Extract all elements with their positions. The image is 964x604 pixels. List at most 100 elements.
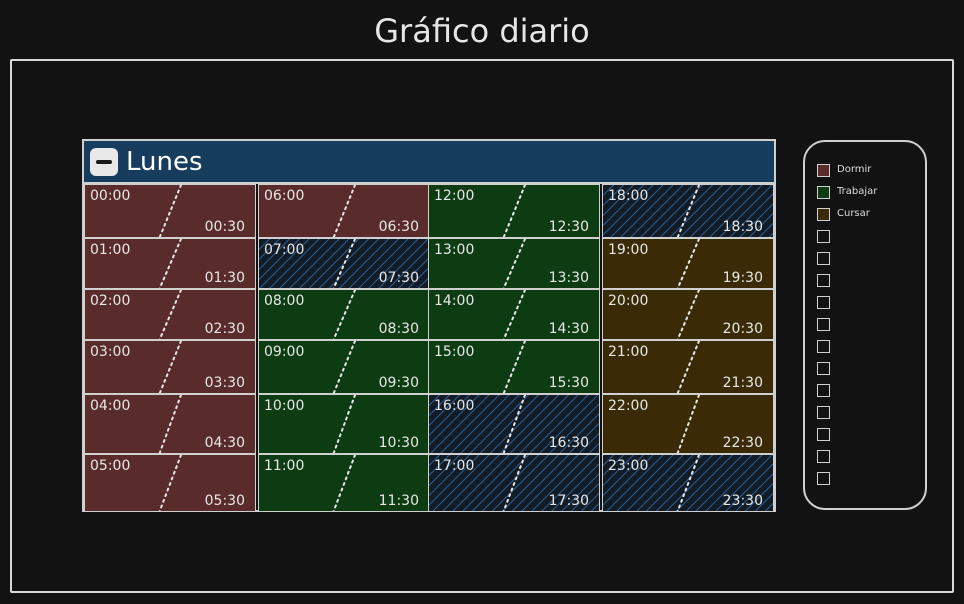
slot-start-time: 21:00 bbox=[608, 344, 649, 360]
legend-swatch bbox=[817, 450, 830, 463]
hour-slot[interactable]: 05:00 05:30 bbox=[84, 454, 256, 512]
day-header: Lunes bbox=[84, 141, 774, 184]
row-separator bbox=[428, 339, 600, 341]
row-separator bbox=[258, 393, 430, 395]
slot-start-time: 20:00 bbox=[608, 293, 649, 309]
slot-half-time: 08:30 bbox=[378, 321, 419, 337]
hour-slot[interactable]: 17:00 17:30 bbox=[428, 454, 600, 512]
slot-half-time: 10:30 bbox=[378, 435, 419, 451]
legend-swatch bbox=[817, 296, 830, 309]
hour-slot[interactable]: 03:00 03:30 bbox=[84, 340, 256, 394]
slot-half-time: 22:30 bbox=[722, 435, 763, 451]
row-separator bbox=[84, 339, 256, 341]
slot-half-time: 02:30 bbox=[204, 321, 245, 337]
legend-swatch bbox=[817, 230, 830, 243]
row-separator bbox=[602, 237, 774, 239]
slot-start-time: 15:00 bbox=[434, 344, 475, 360]
slot-half-time: 07:30 bbox=[378, 270, 419, 286]
hour-slot[interactable]: 23:00 23:30 bbox=[602, 454, 774, 512]
hour-slot[interactable]: 11:00 11:30 bbox=[258, 454, 430, 512]
hour-slot[interactable]: 02:00 02:30 bbox=[84, 289, 256, 340]
legend-swatch bbox=[817, 362, 830, 375]
legend-swatch bbox=[817, 428, 830, 441]
row-separator bbox=[84, 288, 256, 290]
slot-half-time: 05:30 bbox=[204, 493, 245, 509]
collapse-button[interactable] bbox=[90, 148, 118, 176]
slot-half-time: 23:30 bbox=[722, 493, 763, 509]
legend-panel: Dormir Trabajar Cursar bbox=[803, 140, 927, 510]
slot-start-time: 08:00 bbox=[264, 293, 305, 309]
hour-slot[interactable]: 20:00 20:30 bbox=[602, 289, 774, 340]
row-separator bbox=[428, 288, 600, 290]
schedule-column: 06:00 06:30 07:00 07:30 08:00 08:30 09:00 09:30… bbox=[258, 184, 430, 512]
hour-slot[interactable]: 04:00 04:30 bbox=[84, 394, 256, 454]
row-separator bbox=[602, 453, 774, 455]
row-separator bbox=[258, 453, 430, 455]
hour-slot[interactable]: 12:00 12:30 bbox=[428, 184, 600, 238]
slot-start-time: 14:00 bbox=[434, 293, 475, 309]
slot-start-time: 03:00 bbox=[90, 344, 131, 360]
slot-half-time: 19:30 bbox=[722, 270, 763, 286]
legend-swatch bbox=[817, 208, 830, 221]
slot-half-time: 04:30 bbox=[204, 435, 245, 451]
slot-half-time: 16:30 bbox=[548, 435, 589, 451]
slot-half-time: 11:30 bbox=[378, 493, 419, 509]
day-title: Lunes bbox=[126, 147, 203, 177]
legend-swatch bbox=[817, 340, 830, 353]
page-title: Gráfico diario bbox=[374, 12, 590, 50]
slot-start-time: 11:00 bbox=[264, 458, 305, 474]
day-card: Lunes 00:00 00:30 01:00 01:30 02:00 02:30 03:0… bbox=[82, 139, 776, 512]
slot-start-time: 16:00 bbox=[434, 398, 475, 414]
legend-label: Trabajar bbox=[837, 186, 878, 197]
hour-slot[interactable]: 21:00 21:30 bbox=[602, 340, 774, 394]
hour-slot[interactable]: 00:00 00:30 bbox=[84, 184, 256, 238]
row-separator bbox=[602, 393, 774, 395]
slot-start-time: 19:00 bbox=[608, 242, 649, 258]
slot-start-time: 12:00 bbox=[434, 188, 475, 204]
slot-half-time: 20:30 bbox=[722, 321, 763, 337]
row-separator bbox=[84, 237, 256, 239]
schedule-column: 12:00 12:30 13:00 13:30 14:00 14:30 15:00 15:30… bbox=[428, 184, 600, 512]
legend-swatch bbox=[817, 318, 830, 331]
hour-slot[interactable]: 09:00 09:30 bbox=[258, 340, 430, 394]
slot-start-time: 23:00 bbox=[608, 458, 649, 474]
legend-label: Dormir bbox=[837, 164, 872, 175]
hour-slot[interactable]: 15:00 15:30 bbox=[428, 340, 600, 394]
hour-slot[interactable]: 01:00 01:30 bbox=[84, 238, 256, 289]
row-separator bbox=[258, 288, 430, 290]
hour-slot[interactable]: 14:00 14:30 bbox=[428, 289, 600, 340]
legend-swatch bbox=[817, 384, 830, 397]
row-separator bbox=[84, 453, 256, 455]
slot-half-time: 12:30 bbox=[548, 219, 589, 235]
slot-start-time: 05:00 bbox=[90, 458, 131, 474]
slot-start-time: 18:00 bbox=[608, 188, 649, 204]
row-separator bbox=[428, 453, 600, 455]
legend-swatch bbox=[817, 406, 830, 419]
slot-start-time: 01:00 bbox=[90, 242, 131, 258]
hour-slot[interactable]: 07:00 07:30 bbox=[258, 238, 430, 289]
hour-slot[interactable]: 18:00 18:30 bbox=[602, 184, 774, 238]
slot-start-time: 02:00 bbox=[90, 293, 131, 309]
slot-half-time: 13:30 bbox=[548, 270, 589, 286]
legend-swatch bbox=[817, 252, 830, 265]
slot-half-time: 03:30 bbox=[204, 375, 245, 391]
hour-slot[interactable]: 06:00 06:30 bbox=[258, 184, 430, 238]
hour-slot[interactable]: 16:00 16:30 bbox=[428, 394, 600, 454]
slot-start-time: 04:00 bbox=[90, 398, 131, 414]
hour-slot[interactable]: 10:00 10:30 bbox=[258, 394, 430, 454]
slot-start-time: 09:00 bbox=[264, 344, 305, 360]
slot-half-time: 21:30 bbox=[722, 375, 763, 391]
slot-half-time: 01:30 bbox=[204, 270, 245, 286]
slot-half-time: 14:30 bbox=[548, 321, 589, 337]
hour-slot[interactable]: 19:00 19:30 bbox=[602, 238, 774, 289]
hour-slot[interactable]: 13:00 13:30 bbox=[428, 238, 600, 289]
row-separator bbox=[258, 237, 430, 239]
slot-start-time: 00:00 bbox=[90, 188, 131, 204]
row-separator bbox=[258, 339, 430, 341]
hour-slot[interactable]: 08:00 08:30 bbox=[258, 289, 430, 340]
schedule-column: 18:00 18:30 19:00 19:30 20:00 20:30 21:00 21:30… bbox=[602, 184, 774, 512]
legend-swatch bbox=[817, 274, 830, 287]
legend-swatch bbox=[817, 186, 830, 199]
hour-slot[interactable]: 22:00 22:30 bbox=[602, 394, 774, 454]
schedule-grid: 00:00 00:30 01:00 01:30 02:00 02:30 03:00 03:30… bbox=[84, 184, 774, 512]
